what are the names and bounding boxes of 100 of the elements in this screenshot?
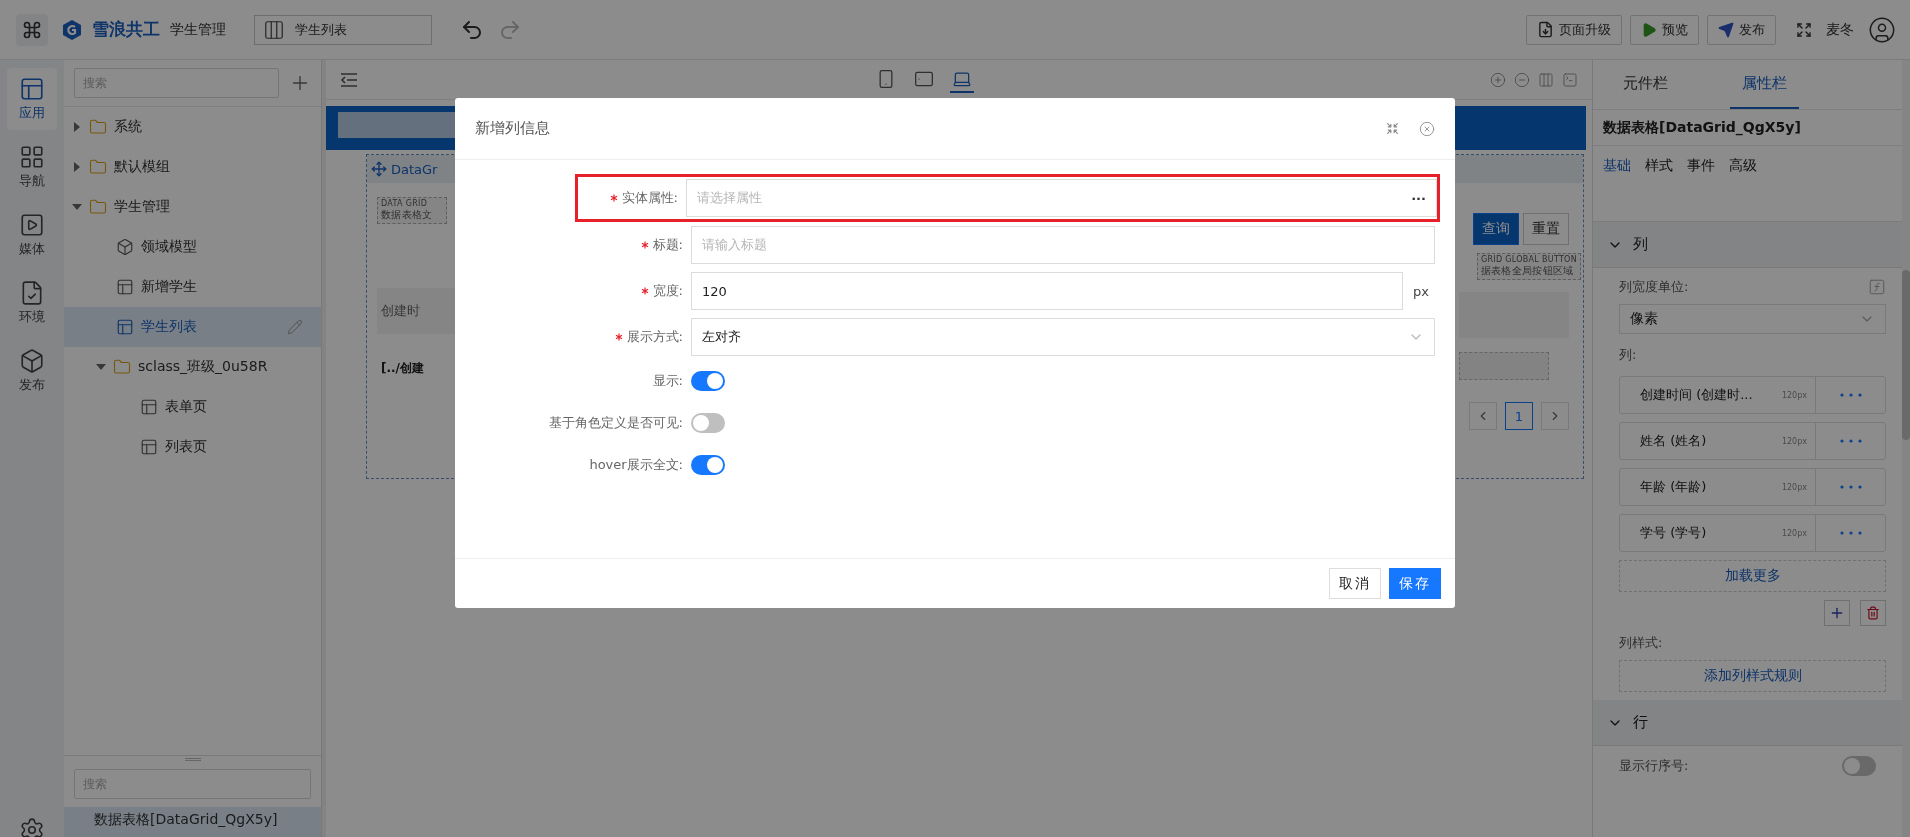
edit-icon[interactable] [287,319,303,335]
dialog-button[interactable]: 保存 [1389,568,1441,599]
caret-icon[interactable] [72,162,82,172]
tree-item[interactable]: sclass_班级_0u58R [64,347,321,387]
more-icon [1839,531,1862,535]
add-button[interactable] [1824,600,1850,626]
delete-button[interactable] [1860,600,1886,626]
tree-item[interactable]: 表单页 [64,387,321,427]
grid-icon [19,144,45,170]
tree-item[interactable]: 领域模型 [64,227,321,267]
folder-icon [89,198,107,216]
tree-item[interactable]: 学生管理 [64,187,321,227]
module-name: 学生管理 [170,20,226,39]
field-label: 显示行序号: [1619,757,1689,775]
zoom-out-icon[interactable] [1514,71,1530,88]
load-more-button[interactable]: 加载更多 [1619,560,1886,592]
column-item[interactable]: 创建时间 (创建时... 120px [1619,376,1886,414]
field-label: 实体属性: [621,189,678,207]
layout-icon [19,76,45,102]
cube-icon [19,348,45,374]
field-label: 基于角色定义是否可见: [548,414,683,432]
toggle-switch[interactable] [691,371,725,391]
app-menu-button[interactable] [16,13,48,46]
collapse-menu-icon[interactable] [340,71,358,88]
trash-icon [1866,606,1880,620]
scrollbar-thumb[interactable] [1902,270,1910,440]
logo-icon [62,18,82,41]
property-tab[interactable]: 基础 [1603,157,1631,175]
toggle-switch[interactable] [691,455,725,475]
property-tab[interactable]: 样式 [1645,157,1673,175]
field-label: hover展示全文: [589,456,683,474]
tree-item[interactable]: 默认模组 [64,147,321,187]
toolbar-button[interactable]: 发布 [1707,14,1776,45]
fullscreen-icon [1796,21,1812,38]
shrink-icon [1386,122,1399,135]
page-icon [140,398,158,416]
caret-icon[interactable] [72,202,82,212]
column-item[interactable]: 年龄 (年龄) 120px [1619,468,1886,506]
toggle-switch[interactable] [1842,756,1876,776]
function-icon[interactable] [1868,278,1886,296]
columns-icon[interactable] [1538,71,1554,88]
field-label: 列宽度单位: [1619,278,1689,296]
toggle-switch[interactable] [691,413,725,433]
global-button-caption: GRID GLOBAL BUTTON 据表格全局按钮区域 [1476,253,1581,280]
send-icon [1718,21,1734,38]
component-tag-label: DataGr [391,161,438,177]
rail-tab[interactable]: 导航 [7,136,57,198]
caret-icon[interactable] [72,122,82,132]
more-icon [1839,485,1862,489]
unit-label: px [1412,283,1430,299]
folder-icon [89,158,107,176]
media-icon [19,212,45,238]
rail-tab[interactable]: 环境 [7,272,57,334]
column-item[interactable]: 学号 (学号) 120px [1619,514,1886,552]
field-label: 列: [1619,346,1637,364]
document-icon [1537,21,1554,38]
rail-tab[interactable]: 应用 [7,68,57,130]
fullscreen-button[interactable] [1796,21,1812,38]
section-header[interactable]: 列 [1593,222,1902,268]
more-icon[interactable]: ··· [1411,190,1426,206]
property-tab[interactable]: 高级 [1729,157,1757,175]
tree-item[interactable]: 新增学生 [64,267,321,307]
maximize-button[interactable] [1386,122,1399,135]
page-icon [116,318,134,336]
brand-name: 雪浪共工 [92,18,160,41]
tree-item[interactable]: 列表页 [64,427,321,467]
search-action-button[interactable]: 查询 [1473,213,1519,245]
width-input-field[interactable]: 120 [691,272,1403,310]
play-icon [1641,21,1657,38]
search-action-button[interactable]: 重置 [1523,213,1569,245]
close-button[interactable] [1419,120,1435,137]
tree-item[interactable]: 系统 [64,107,321,147]
display-mode-select[interactable]: 左对齐 [691,318,1435,356]
tree-item[interactable]: 学生列表 [64,307,321,347]
toolbar-button[interactable]: 预览 [1630,14,1699,45]
plus-icon [1829,605,1845,621]
column-item[interactable]: 姓名 (姓名) 120px [1619,422,1886,460]
field-label: 标题: [652,236,683,254]
property-picker-field[interactable]: 请选择属性 ··· [686,179,1437,217]
panel-tab[interactable]: 元件栏 [1611,60,1680,109]
toolbar-button[interactable]: 页面升级 [1526,14,1622,45]
rail-tab[interactable]: 发布 [7,340,57,402]
settings-icon[interactable] [19,817,45,837]
page-selector[interactable]: 学生列表 [254,14,432,45]
page-icon [140,438,158,456]
outline-item[interactable]: 数据表格[DataGrid_QgX5y] [64,807,321,837]
rail-tab[interactable]: 媒体 [7,204,57,266]
page-number-button[interactable]: 1 [1505,402,1533,430]
width-unit-select[interactable]: 像素 [1619,304,1886,334]
move-icon[interactable] [371,161,387,177]
avatar-button[interactable] [1868,15,1896,44]
terminal-icon[interactable] [1562,71,1578,88]
section-header[interactable]: 行 [1593,700,1902,746]
zoom-in-icon[interactable] [1490,71,1506,88]
caret-icon[interactable] [96,362,106,372]
field-label: 宽度: [652,282,683,300]
panel-tab[interactable]: 属性栏 [1730,60,1799,109]
add-style-rule-button[interactable]: 添加列样式规则 [1619,660,1886,692]
property-tab[interactable]: 事件 [1687,157,1715,175]
dialog-button[interactable]: 取消 [1329,568,1381,599]
